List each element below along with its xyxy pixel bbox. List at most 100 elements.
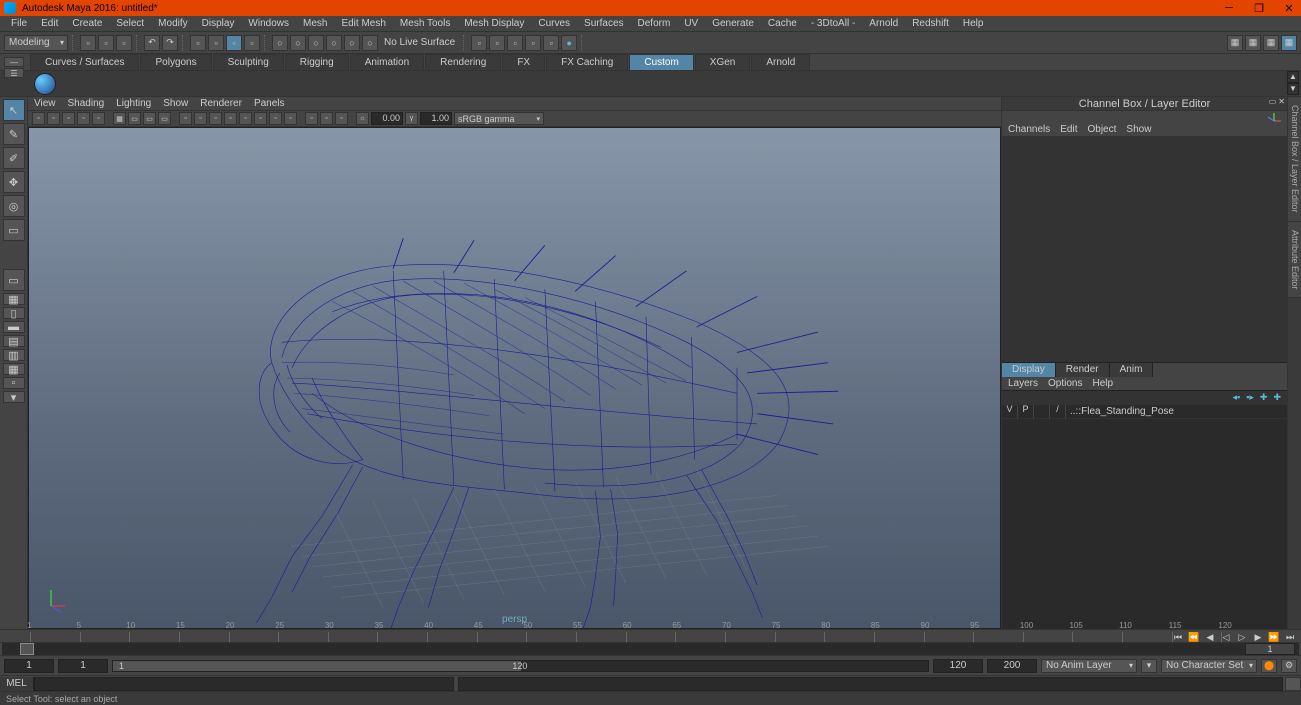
timeline-tick[interactable]: 70 [725, 632, 775, 642]
layout-more[interactable]: ▾ [3, 391, 25, 403]
layout-three[interactable]: ▤ [3, 335, 25, 347]
timeline-tick[interactable]: 80 [824, 632, 874, 642]
layer-name[interactable]: ..::Flea_Standing_Pose [1066, 406, 1174, 417]
menu-redshift[interactable]: Redshift [905, 17, 956, 30]
panel-2d-pan[interactable]: ▫ [77, 112, 90, 125]
select-by-hierarchy-button[interactable]: ▫ [190, 35, 206, 51]
prefs-button[interactable]: ⚙ [1281, 659, 1297, 673]
shelf-tab-polygons[interactable]: Polygons [140, 54, 211, 70]
layout-custom[interactable]: ▫ [3, 377, 25, 389]
menu-windows[interactable]: Windows [241, 17, 296, 30]
panel-isolate[interactable]: ▫ [305, 112, 318, 125]
workspace-dropdown[interactable]: Modeling [4, 35, 68, 51]
snap-point-button[interactable]: ○ [308, 35, 324, 51]
play-forward-button[interactable]: ▷ [1235, 632, 1249, 643]
menu-edit-mesh[interactable]: Edit Mesh [334, 17, 392, 30]
layout-single[interactable]: ▭ [3, 269, 25, 291]
snap-surface-button[interactable]: ○ [344, 35, 360, 51]
redo-button[interactable]: ↷ [162, 35, 178, 51]
menu-display[interactable]: Display [195, 17, 242, 30]
range-thumb[interactable] [113, 661, 521, 671]
timeline-tick[interactable]: 65 [675, 632, 725, 642]
panel-menu-lighting[interactable]: Lighting [116, 98, 151, 109]
shelf-tab-arnold[interactable]: Arnold [751, 54, 810, 70]
timeline-tick[interactable]: 75 [775, 632, 825, 642]
layout-persp-outliner[interactable]: ▥ [3, 349, 25, 361]
command-input[interactable] [34, 677, 454, 691]
panel-menu-shading[interactable]: Shading [68, 98, 105, 109]
panel-shadows[interactable]: ▫ [239, 112, 252, 125]
move-tool[interactable]: ✥ [3, 171, 25, 193]
panel-image-plane[interactable]: ▫ [62, 112, 75, 125]
paint-select-tool[interactable]: ✐ [3, 147, 25, 169]
menu-help[interactable]: Help [956, 17, 991, 30]
step-forward-key-button[interactable]: ⏩ [1267, 632, 1281, 643]
menu-edit[interactable]: Edit [34, 17, 65, 30]
layer-new-empty-icon[interactable]: ✚ [1260, 392, 1268, 403]
layer-list[interactable]: V P / ..::Flea_Standing_Pose [1002, 405, 1287, 630]
go-to-start-button[interactable]: ⏮ [1171, 632, 1185, 643]
shelf-scroll-up[interactable]: ▲ [1287, 71, 1299, 83]
time-track[interactable]: 1 [2, 643, 1299, 655]
ipr-render-button[interactable]: ▫ [507, 35, 523, 51]
panel-bookmark[interactable]: ▫ [47, 112, 60, 125]
panel-aa[interactable]: ▫ [284, 112, 297, 125]
panel-smooth-shade[interactable]: ▫ [194, 112, 207, 125]
open-scene-button[interactable]: ▫ [98, 35, 114, 51]
color-space-dropdown[interactable]: sRGB gamma [454, 112, 544, 125]
panel-textured[interactable]: ▫ [209, 112, 222, 125]
menu-arnold[interactable]: Arnold [862, 17, 905, 30]
shelf-tab-sculpting[interactable]: Sculpting [213, 54, 284, 70]
timeline-tick[interactable]: 85 [874, 632, 924, 642]
channel-menu-show[interactable]: Show [1126, 124, 1151, 135]
shelf-tab-fx-caching[interactable]: FX Caching [546, 54, 628, 70]
side-tab-attribute-editor[interactable]: Attribute Editor [1288, 222, 1301, 299]
select-multi-button[interactable]: ▫ [244, 35, 260, 51]
shelf-anchor-bot[interactable]: ☰ [4, 68, 24, 78]
panel-wireframe[interactable]: ▫ [179, 112, 192, 125]
timeline-tick[interactable]: 60 [626, 632, 676, 642]
select-by-component-button[interactable]: ▫ [226, 35, 242, 51]
shelf-tab-animation[interactable]: Animation [350, 54, 424, 70]
range-start-field[interactable]: 1 [4, 659, 54, 673]
timeline-tick[interactable]: 30 [328, 632, 378, 642]
menu-deform[interactable]: Deform [631, 17, 678, 30]
shelf-custom-item[interactable] [34, 73, 56, 95]
step-back-key-button[interactable]: ⏪ [1187, 632, 1201, 643]
shelf-tab-rigging[interactable]: Rigging [285, 54, 349, 70]
menu-cache[interactable]: Cache [761, 17, 804, 30]
select-by-object-button[interactable]: ▫ [208, 35, 224, 51]
layout-two-stack[interactable]: ▬ [3, 321, 25, 333]
render-frame-button[interactable]: ▫ [489, 35, 505, 51]
timeline-tick[interactable]: 90 [924, 632, 974, 642]
rotate-tool[interactable]: ◎ [3, 195, 25, 217]
play-back-button[interactable]: ◁ [1219, 632, 1233, 643]
shelf-tab-fx[interactable]: FX [502, 54, 545, 70]
layer-tab-anim[interactable]: Anim [1110, 363, 1154, 377]
timeline-tick[interactable]: 15 [179, 632, 229, 642]
timeline-tick[interactable]: 40 [427, 632, 477, 642]
time-cursor[interactable] [20, 643, 34, 655]
render-view-button[interactable]: ● [561, 35, 577, 51]
panel-gamma-value[interactable]: 1.00 [420, 112, 452, 125]
auto-key-button[interactable]: ⬤ [1261, 659, 1277, 673]
menu--3dtoall-[interactable]: - 3DtoAll - [804, 17, 862, 30]
panel-motion-blur[interactable]: ▫ [269, 112, 282, 125]
time-slider[interactable]: 1510152025303540455055606570758085909510… [0, 629, 1301, 655]
save-scene-button[interactable]: ▫ [116, 35, 132, 51]
panel-menu-show[interactable]: Show [163, 98, 188, 109]
sidebar-toggle-3[interactable]: ▦ [1263, 35, 1279, 51]
snap-plane-button[interactable]: ○ [326, 35, 342, 51]
menu-mesh-display[interactable]: Mesh Display [457, 17, 531, 30]
panel-resolution-gate[interactable]: ▭ [143, 112, 156, 125]
panel-exposure-icon[interactable]: ☼ [356, 112, 369, 125]
menu-modify[interactable]: Modify [151, 17, 194, 30]
layout-four[interactable]: ▦ [3, 293, 25, 305]
panel-menu-view[interactable]: View [34, 98, 56, 109]
panel-grease[interactable]: ▫ [92, 112, 105, 125]
layer-type-cell[interactable] [1034, 405, 1050, 419]
current-frame-field[interactable]: 1 [1245, 643, 1295, 655]
anim-layer-options-button[interactable]: ▾ [1141, 659, 1157, 673]
script-editor-button[interactable] [1285, 677, 1301, 691]
menu-file[interactable]: File [4, 17, 34, 30]
